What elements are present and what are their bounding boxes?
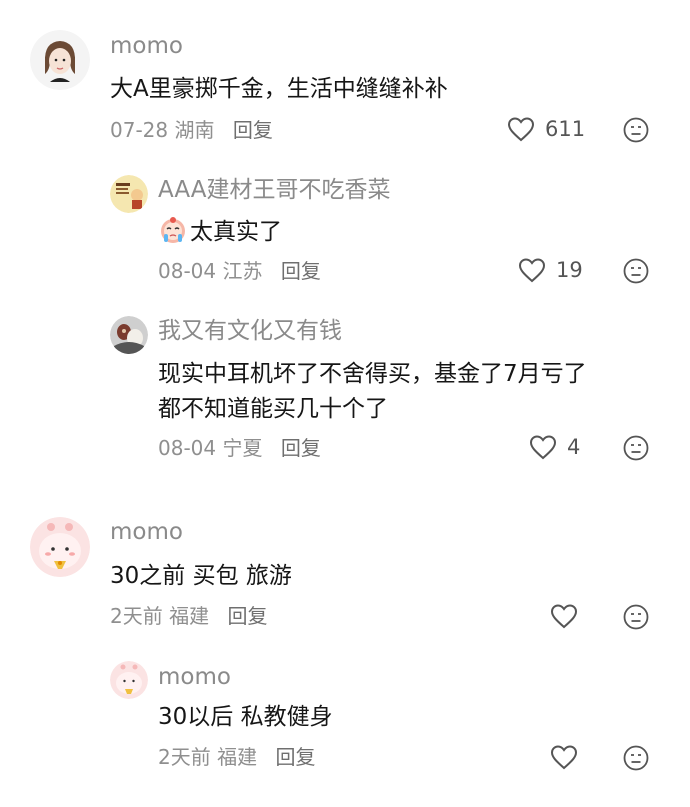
comment-date: 2天前 <box>110 604 163 628</box>
heart-icon <box>550 745 578 770</box>
comment-location: 福建 <box>217 745 258 769</box>
dislike-button[interactable] <box>623 258 649 284</box>
comment-meta: 2天前 福建 回复 <box>158 747 315 767</box>
like-count: 4 <box>567 435 581 459</box>
like-button[interactable]: 611 <box>507 116 585 142</box>
like-button[interactable] <box>550 744 578 770</box>
girl-sketch-avatar-icon <box>30 30 90 90</box>
avatar[interactable] <box>110 316 148 354</box>
comment-username[interactable]: momo <box>110 521 183 544</box>
comment-username[interactable]: AAA建材王哥不吃香菜 <box>158 179 390 202</box>
comment-location: 江苏 <box>222 259 263 283</box>
dislike-button[interactable] <box>623 604 649 630</box>
comment-text: 30以后 私教健身 <box>158 704 333 730</box>
pink-blob-avatar-icon <box>110 661 148 699</box>
comment-username[interactable]: 我又有文化又有钱 <box>158 320 342 343</box>
meh-face-icon <box>623 435 649 461</box>
comment-meta: 07-28 湖南 回复 <box>110 120 273 140</box>
comment-location: 宁夏 <box>222 436 263 460</box>
photo-avatar-icon <box>110 316 148 354</box>
like-button[interactable]: 19 <box>518 257 583 283</box>
heart-icon <box>529 435 557 460</box>
comment-text: 大A里豪掷千金，生活中缝缝补补 <box>110 76 448 102</box>
avatar[interactable] <box>30 517 90 577</box>
heart-icon <box>518 258 546 283</box>
like-button[interactable]: 4 <box>529 434 580 460</box>
dislike-button[interactable] <box>623 435 649 461</box>
like-button[interactable] <box>550 603 578 629</box>
reply-button[interactable]: 回复 <box>281 436 321 460</box>
heart-icon <box>550 604 578 629</box>
meh-face-icon <box>623 745 649 771</box>
like-count: 611 <box>545 117 586 141</box>
comment-meta: 2天前 福建 回复 <box>110 606 267 626</box>
coffee-sign-avatar-icon <box>110 175 148 213</box>
heart-icon <box>507 117 535 142</box>
comment-location: 福建 <box>169 604 210 628</box>
comment-username[interactable]: momo <box>110 35 183 58</box>
comment-text: 都不知道能买几十个了 <box>158 396 388 422</box>
reply-button[interactable]: 回复 <box>227 604 267 628</box>
reply-button[interactable]: 回复 <box>233 118 273 142</box>
dislike-button[interactable] <box>623 117 649 143</box>
avatar[interactable] <box>110 175 148 213</box>
comment-text-content: 太真实了 <box>190 219 282 245</box>
avatar[interactable] <box>110 661 148 699</box>
dislike-button[interactable] <box>623 745 649 771</box>
comment-text: 30之前 买包 旅游 <box>110 563 292 589</box>
comment-date: 07-28 <box>110 118 169 142</box>
like-count: 19 <box>556 258 583 282</box>
comment-location: 湖南 <box>174 118 215 142</box>
pink-blob-avatar-icon <box>30 517 90 577</box>
comment-text: 太真实了 <box>158 213 282 251</box>
meh-face-icon <box>623 604 649 630</box>
comment-date: 08-04 <box>158 436 217 460</box>
meh-face-icon <box>623 117 649 143</box>
avatar[interactable] <box>30 30 90 90</box>
comment-date: 2天前 <box>158 745 211 769</box>
comment-text: 现实中耳机坏了不舍得买，基金了7月亏了 <box>158 361 587 387</box>
crying-face-emoji <box>158 215 188 245</box>
meh-face-icon <box>623 258 649 284</box>
comment-meta: 08-04 宁夏 回复 <box>158 438 321 458</box>
comment-username[interactable]: momo <box>158 666 231 689</box>
comment-meta: 08-04 江苏 回复 <box>158 261 321 281</box>
reply-button[interactable]: 回复 <box>281 259 321 283</box>
comment-date: 08-04 <box>158 259 217 283</box>
reply-button[interactable]: 回复 <box>275 745 315 769</box>
